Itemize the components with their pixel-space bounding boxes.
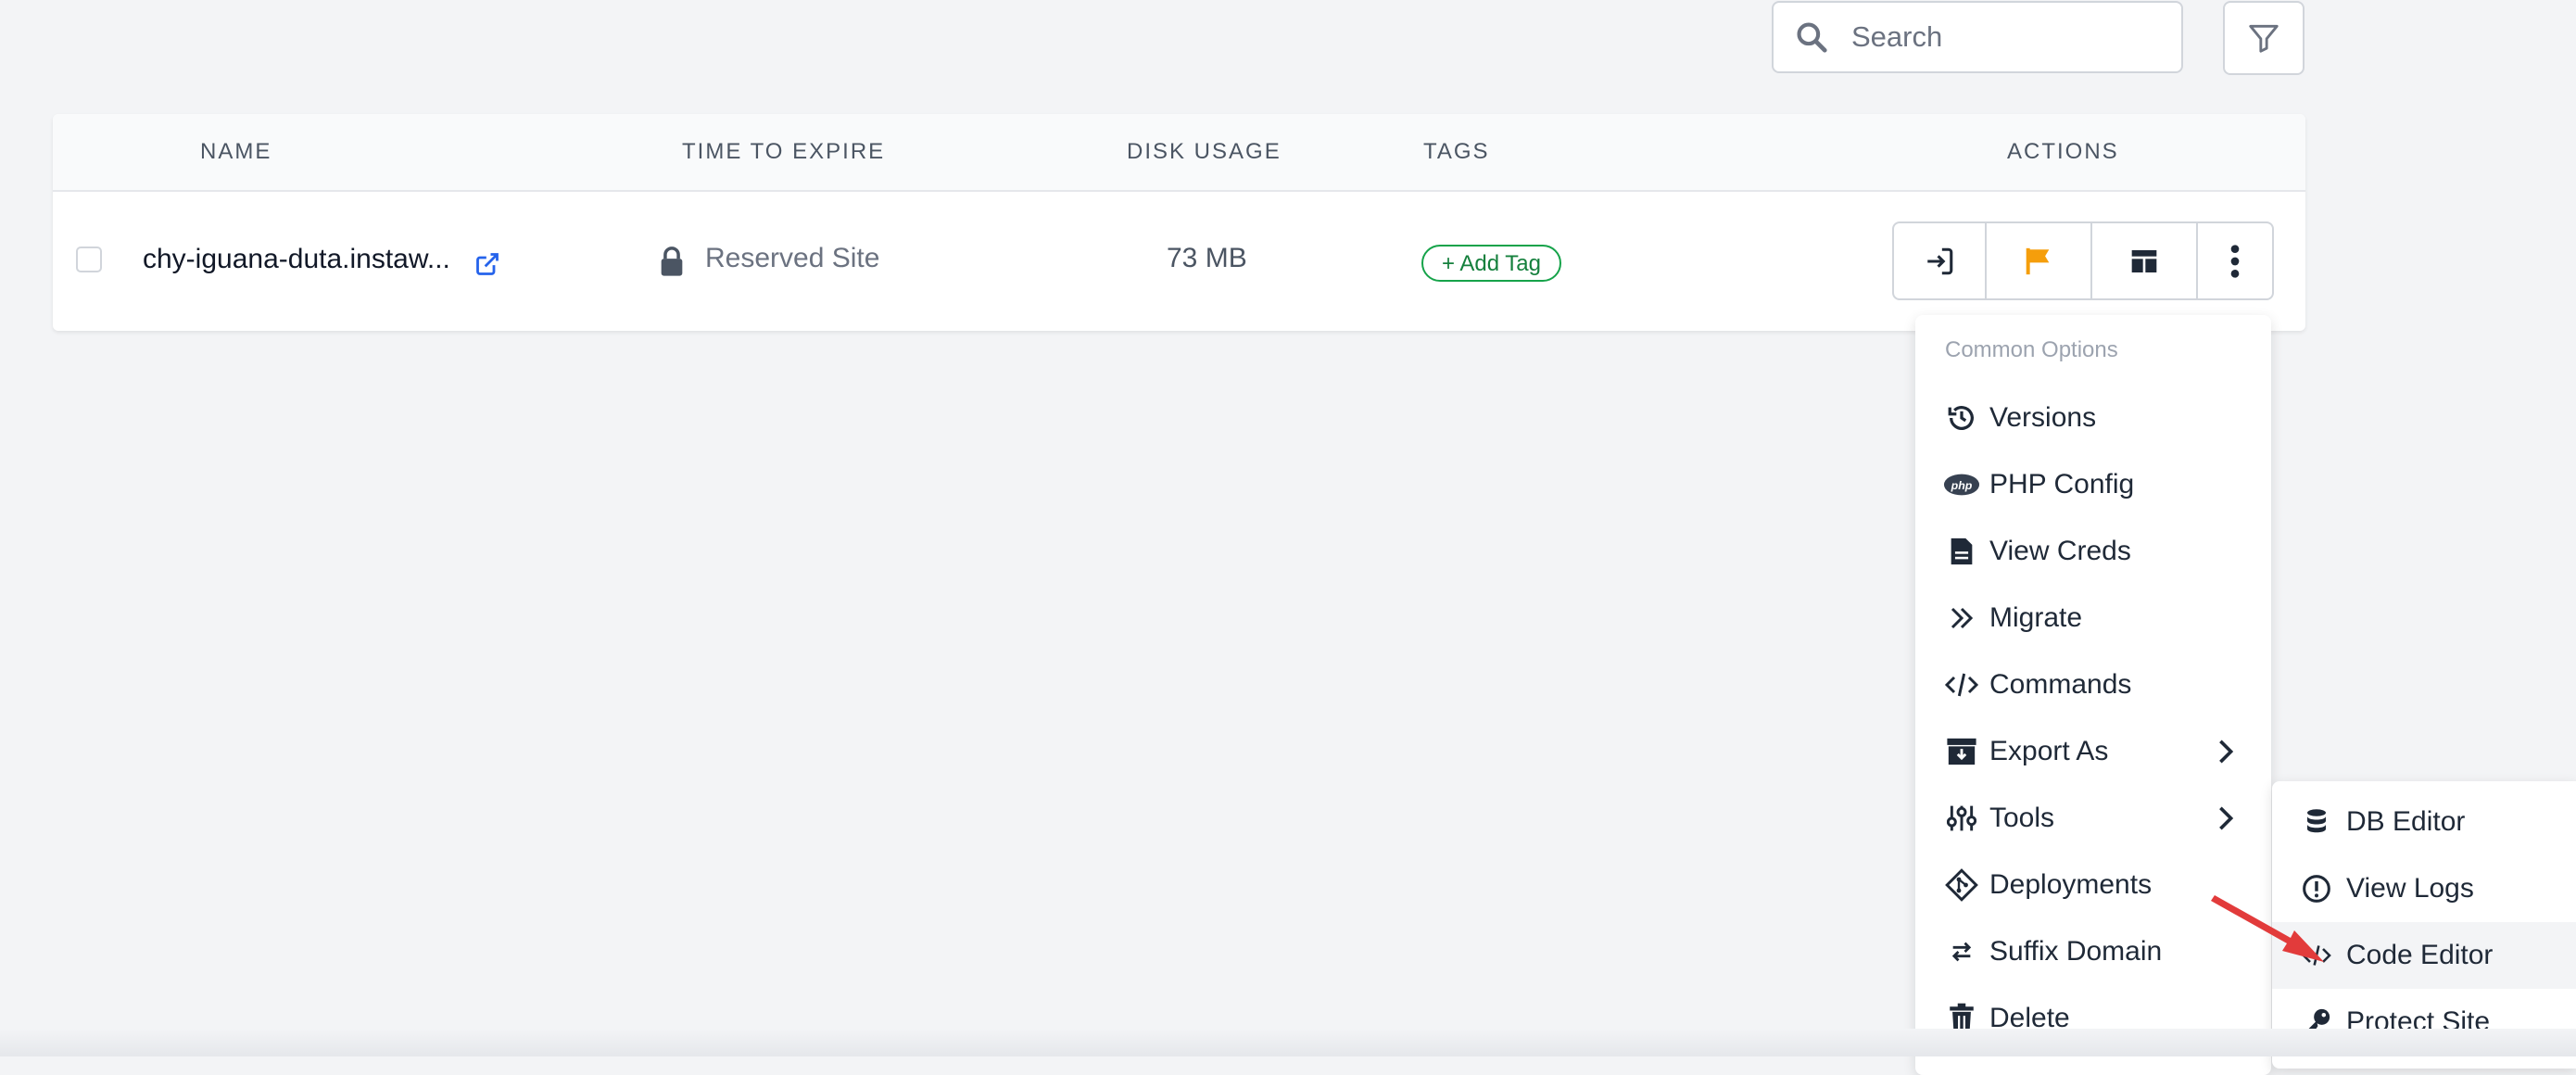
search-input[interactable] bbox=[1850, 19, 2168, 55]
login-icon bbox=[1927, 247, 1953, 274]
sites-table: NAME TIME TO EXPIRE DISK USAGE TAGS ACTI… bbox=[53, 114, 2305, 331]
menu-header: Common Options bbox=[1945, 337, 2118, 362]
flag-button[interactable] bbox=[1987, 223, 2092, 298]
kebab-menu-icon bbox=[2230, 244, 2240, 278]
page-bottom-edge bbox=[0, 1029, 2576, 1056]
code-icon bbox=[1943, 666, 1980, 703]
php-icon: php bbox=[1943, 466, 1980, 503]
menu-item-export-as[interactable]: Export As bbox=[1915, 718, 2271, 785]
submenu-item-label: Code Editor bbox=[2346, 940, 2494, 970]
svg-text:php: php bbox=[1951, 479, 1973, 492]
menu-item-label: PHP Config bbox=[1989, 469, 2135, 500]
sliders-icon bbox=[1943, 800, 1980, 837]
site-name-link[interactable]: chy-iguana-duta.instaw... bbox=[143, 244, 450, 275]
external-link-icon[interactable] bbox=[474, 251, 500, 277]
flag-icon bbox=[2026, 247, 2050, 274]
menu-item-label: Export As bbox=[1989, 736, 2109, 766]
column-header-time-to-expire: TIME TO EXPIRE bbox=[682, 139, 886, 164]
menu-item-migrate[interactable]: Migrate bbox=[1915, 585, 2271, 651]
add-tag-button[interactable]: + Add Tag bbox=[1421, 245, 1561, 282]
history-icon bbox=[1943, 399, 1980, 436]
row-checkbox[interactable] bbox=[76, 247, 102, 272]
git-icon bbox=[1943, 866, 1980, 904]
menu-item-view-creds[interactable]: View Creds bbox=[1915, 518, 2271, 585]
search-box[interactable] bbox=[1772, 1, 2183, 73]
annotation-arrow-icon bbox=[2211, 895, 2324, 962]
chevron-right-icon bbox=[2219, 806, 2234, 830]
menu-item-tools[interactable]: Tools bbox=[1915, 785, 2271, 852]
layout-icon bbox=[2131, 249, 2157, 272]
column-header-disk-usage: DISK USAGE bbox=[1127, 139, 1282, 164]
menu-item-versions[interactable]: Versions bbox=[1915, 385, 2271, 451]
chevron-right-icon bbox=[2219, 740, 2234, 764]
menu-item-label: View Creds bbox=[1989, 536, 2131, 566]
layout-button[interactable] bbox=[2092, 223, 2198, 298]
submenu-item-db-editor[interactable]: DB Editor bbox=[2272, 789, 2576, 855]
filter-icon bbox=[2249, 24, 2279, 53]
menu-item-label: Versions bbox=[1989, 402, 2097, 433]
more-options-button[interactable] bbox=[2198, 223, 2272, 298]
menu-item-label: Deployments bbox=[1989, 869, 2153, 900]
document-icon bbox=[1943, 533, 1980, 570]
archive-icon bbox=[1943, 733, 1980, 770]
column-header-name: NAME bbox=[200, 139, 272, 164]
menu-item-php-config[interactable]: php PHP Config bbox=[1915, 451, 2271, 518]
time-to-expire-value: Reserved Site bbox=[705, 243, 880, 273]
column-header-actions: ACTIONS bbox=[2007, 139, 2119, 164]
menu-item-commands[interactable]: Commands bbox=[1915, 651, 2271, 718]
filter-button[interactable] bbox=[2223, 1, 2305, 75]
database-icon bbox=[2300, 805, 2333, 839]
submenu-item-label: View Logs bbox=[2346, 873, 2474, 904]
disk-usage-value: 73 MB bbox=[1167, 243, 1247, 273]
submenu-item-label: DB Editor bbox=[2346, 806, 2466, 837]
lock-icon bbox=[661, 247, 683, 276]
swap-icon bbox=[1943, 933, 1980, 970]
search-icon bbox=[1797, 22, 1827, 53]
table-header: NAME TIME TO EXPIRE DISK USAGE TAGS ACTI… bbox=[53, 114, 2305, 192]
menu-item-label: Tools bbox=[1989, 803, 2055, 833]
double-chevron-right-icon bbox=[1943, 600, 1980, 637]
menu-item-label: Migrate bbox=[1989, 602, 2083, 633]
login-button[interactable] bbox=[1894, 223, 1987, 298]
menu-item-label: Suffix Domain bbox=[1989, 936, 2163, 967]
menu-item-label: Commands bbox=[1989, 669, 2132, 700]
row-actions-group bbox=[1892, 221, 2274, 300]
column-header-tags: TAGS bbox=[1423, 139, 1490, 164]
